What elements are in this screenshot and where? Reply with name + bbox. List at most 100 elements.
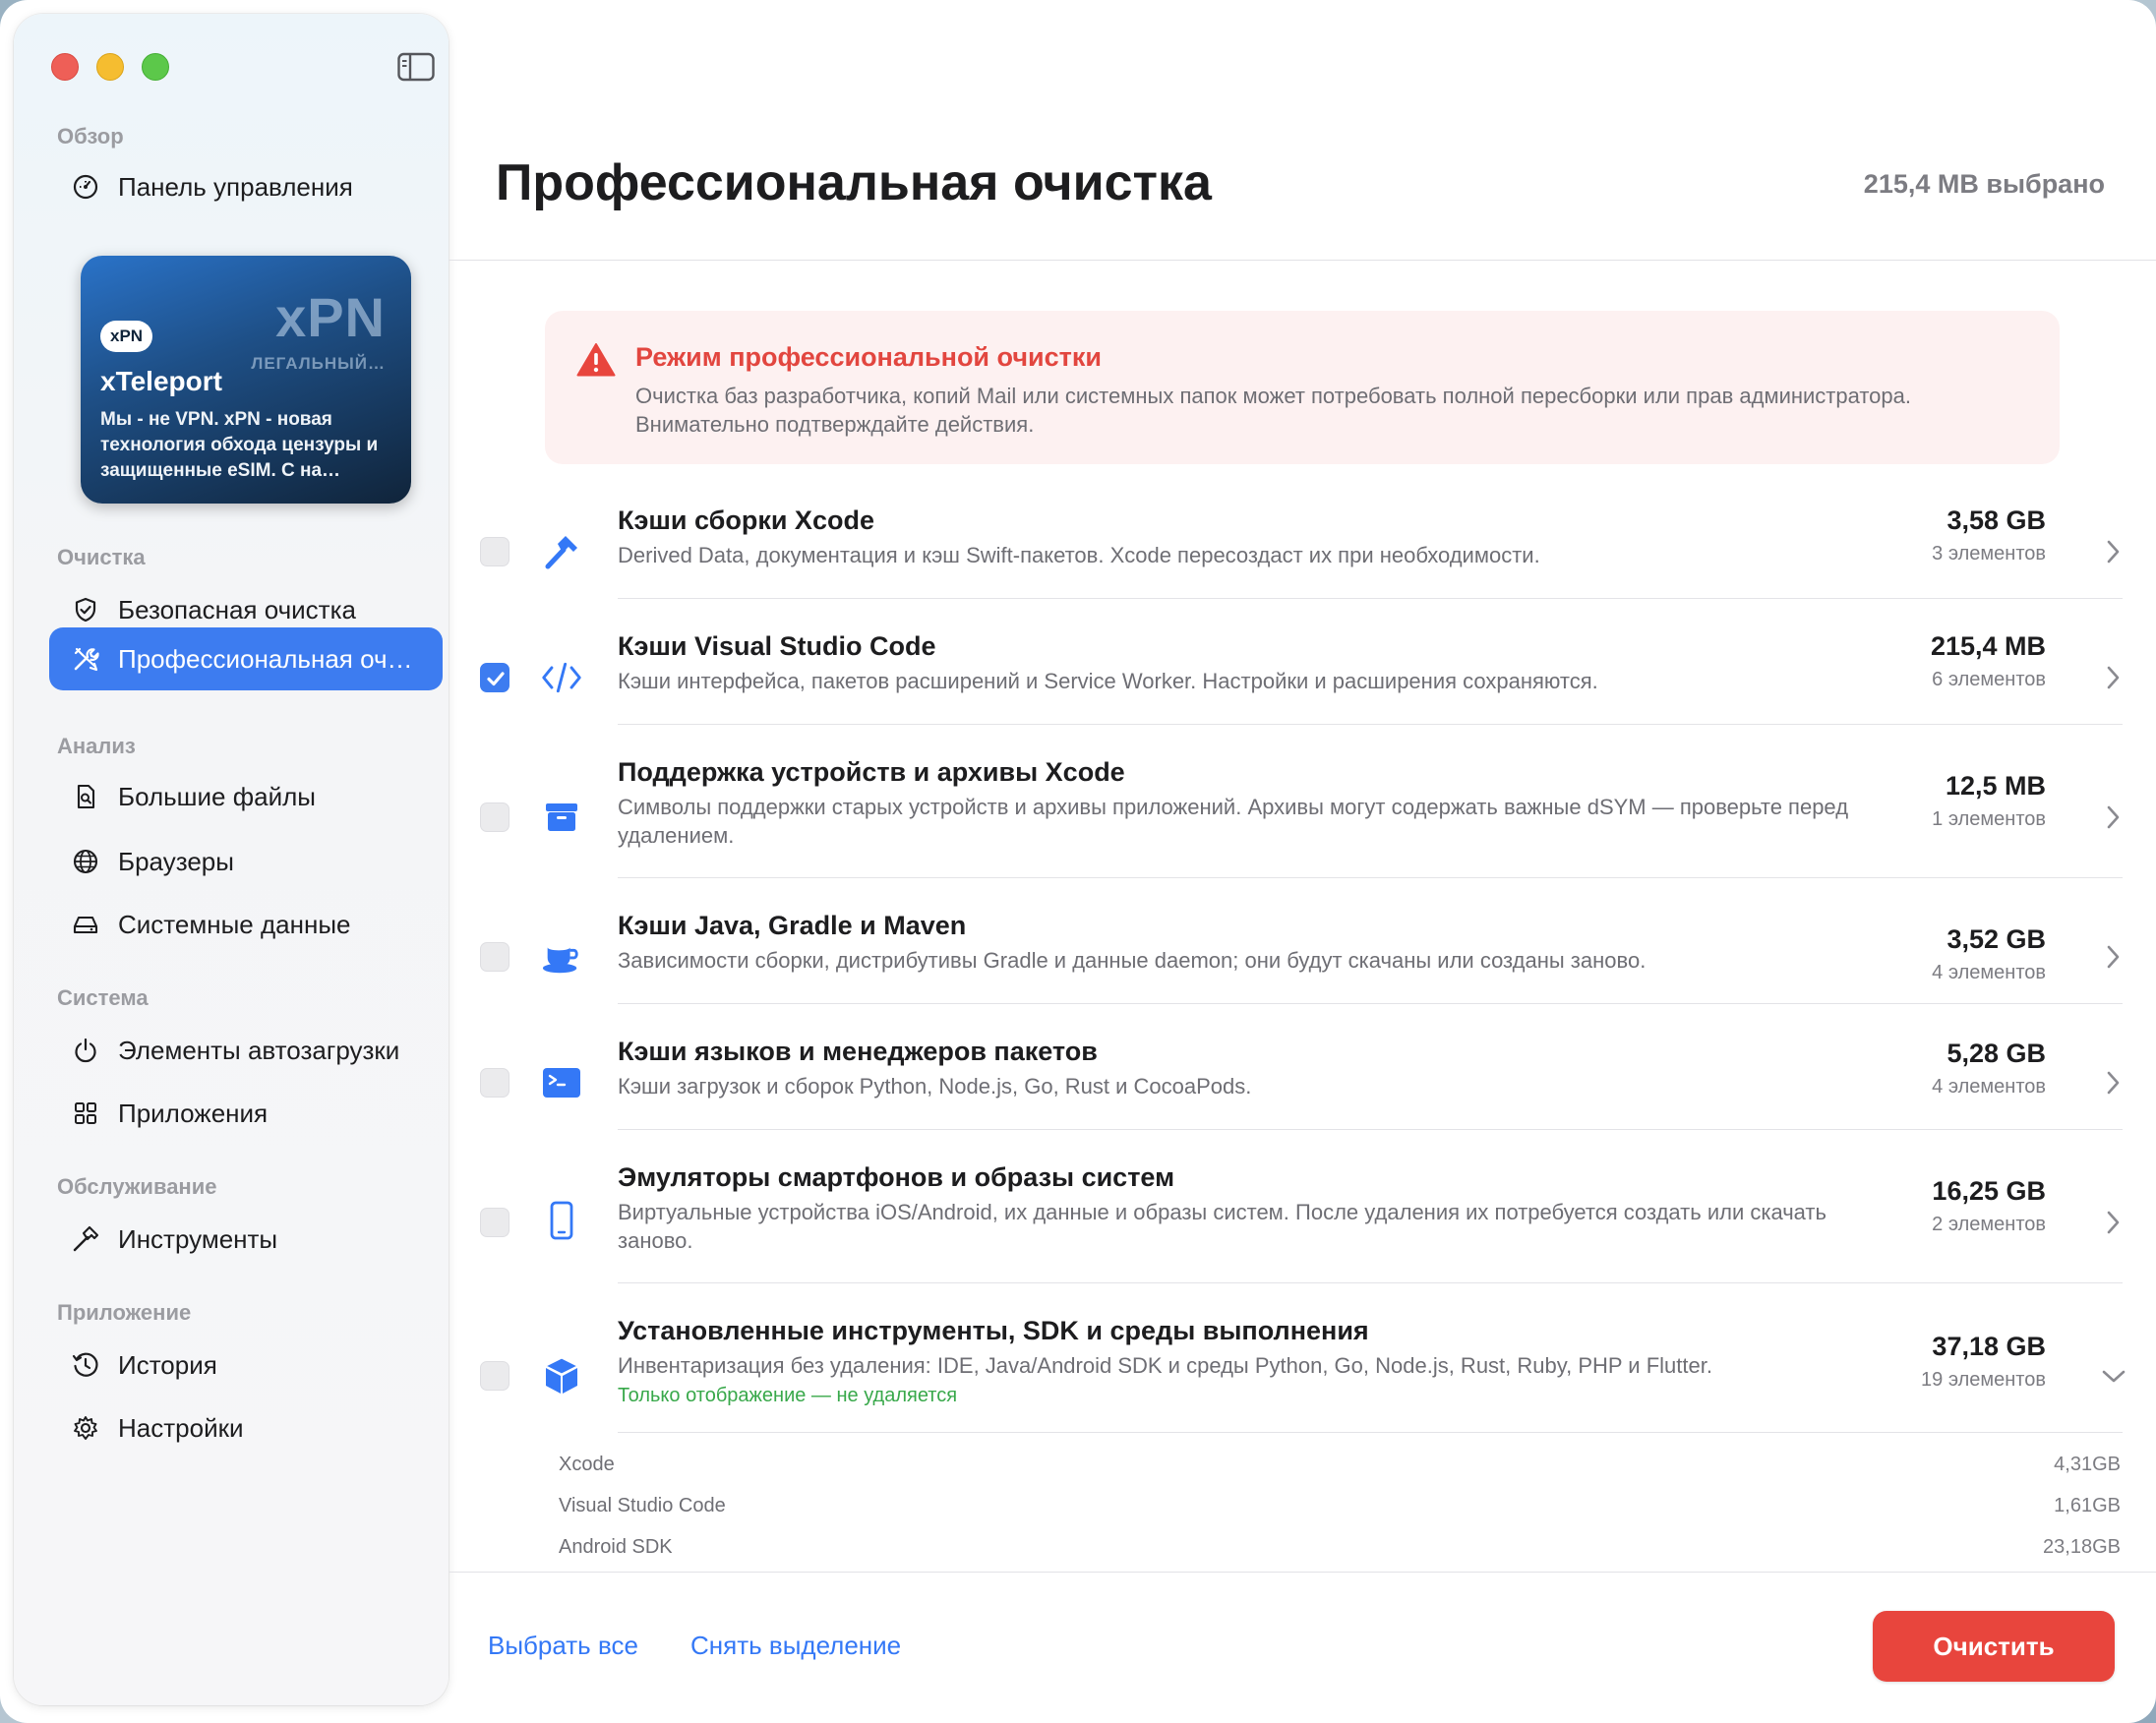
row-checkbox[interactable] <box>480 537 509 566</box>
row-checkbox[interactable] <box>480 1361 509 1391</box>
sidebar-item-label: Настройки <box>118 1412 244 1443</box>
row-size: 12,5 MB <box>1945 771 2046 801</box>
sidebar-item-label: Большие файлы <box>118 781 316 811</box>
tool-inventory-item: Xcode 4,31GB <box>559 1454 2121 1476</box>
row-checkbox[interactable] <box>480 1068 509 1098</box>
promo-subtitle: ЛЕГАЛЬНЫЙ… <box>251 354 386 373</box>
promo-title: xTeleport <box>100 366 222 396</box>
coffee-cup-icon <box>541 936 582 978</box>
row-description: Кэши загрузок и сборок Python, Node.js, … <box>618 1074 1252 1099</box>
tool-name: Android SDK <box>559 1536 673 1558</box>
sidebar-toggle-icon[interactable] <box>397 51 435 83</box>
sidebar-item-pro-clean[interactable]: Профессиональная очистка <box>49 627 443 690</box>
row-count: 3 элементов <box>1932 543 2046 564</box>
row-divider <box>618 877 2123 878</box>
zoom-window-button[interactable] <box>142 53 169 81</box>
row-size: 16,25 GB <box>1932 1176 2046 1206</box>
row-checkbox-checked[interactable] <box>480 663 509 692</box>
smartphone-icon <box>541 1200 582 1241</box>
chevron-right-icon[interactable] <box>2101 663 2125 692</box>
deselect-button[interactable]: Снять выделение <box>690 1631 901 1661</box>
sidebar-item-label: История <box>118 1349 217 1380</box>
sidebar: Обзор Панель управления xPN ЛЕГАЛЬНЫЙ… x… <box>14 14 449 1705</box>
row-description: Символы поддержки старых устройств и арх… <box>618 795 1849 848</box>
code-icon <box>541 657 582 698</box>
sidebar-item-apps[interactable]: Приложения <box>49 1082 443 1145</box>
warning-title: Режим профессиональной очистки <box>635 342 1102 372</box>
globe-icon <box>69 845 102 878</box>
sidebar-item-tools[interactable]: Инструменты <box>49 1208 443 1271</box>
row-description: Зависимости сборки, дистрибутивы Gradle … <box>618 948 1647 973</box>
row-title: Кэши Java, Gradle и Maven <box>618 911 967 940</box>
category-row-emulators[interactable]: Эмуляторы смартфонов и образы систем Вир… <box>449 1160 2156 1284</box>
row-checkbox[interactable] <box>480 1208 509 1237</box>
selected-total: 215,4 MB выбрано <box>1863 169 2105 199</box>
page-title: Профессиональная очистка <box>496 154 1212 211</box>
cube-icon <box>541 1355 582 1396</box>
sidebar-item-system-data[interactable]: Системные данные <box>49 893 443 956</box>
row-divider <box>618 1432 2123 1433</box>
row-note-display-only: Только отображение — не удаляется <box>618 1385 958 1406</box>
row-title: Установленные инструменты, SDK и среды в… <box>618 1316 1369 1345</box>
sidebar-item-dashboard[interactable]: Панель управления <box>49 155 443 218</box>
row-count: 4 элементов <box>1932 962 2046 983</box>
tool-size: 23,18GB <box>2043 1536 2121 1558</box>
category-row-package-managers[interactable]: Кэши языков и менеджеров пакетов Кэши за… <box>449 1035 2156 1131</box>
tool-name: Xcode <box>559 1454 615 1475</box>
row-title: Эмуляторы смартфонов и образы систем <box>618 1162 1175 1192</box>
shield-check-icon <box>69 593 102 626</box>
minimize-window-button[interactable] <box>96 53 124 81</box>
category-row-device-support[interactable]: Поддержка устройств и архивы Xcode Симво… <box>449 755 2156 879</box>
category-row-xcode-caches[interactable]: Кэши сборки Xcode Derived Data, документ… <box>449 504 2156 600</box>
main-content: Профессиональная очистка 215,4 MB выбран… <box>449 0 2156 1723</box>
category-row-java-caches[interactable]: Кэши Java, Gradle и Maven Зависимости сб… <box>449 909 2156 1005</box>
row-divider <box>618 1003 2123 1004</box>
category-row-vscode-caches[interactable]: Кэши Visual Studio Code Кэши интерфейса,… <box>449 629 2156 726</box>
sidebar-item-label: Панель управления <box>118 171 353 202</box>
chevron-right-icon[interactable] <box>2101 802 2125 832</box>
gauge-icon <box>69 170 102 204</box>
sidebar-item-label: Элементы автозагрузки <box>118 1035 400 1065</box>
row-divider <box>618 724 2123 725</box>
row-description: Инвентаризация без удаления: IDE, Java/A… <box>618 1353 1712 1378</box>
row-divider <box>618 598 2123 599</box>
chevron-right-icon[interactable] <box>2101 942 2125 972</box>
chevron-right-icon[interactable] <box>2101 1068 2125 1098</box>
sidebar-item-browsers[interactable]: Браузеры <box>49 830 443 893</box>
category-row-installed-tools[interactable]: Установленные инструменты, SDK и среды в… <box>449 1314 2156 1436</box>
tool-size: 4,31GB <box>2054 1454 2121 1475</box>
chevron-down-icon[interactable] <box>2099 1361 2128 1391</box>
sidebar-item-label: Безопасная очистка <box>118 594 356 624</box>
warning-banner: Режим профессиональной очистки Очистка б… <box>545 311 2060 464</box>
row-description: Derived Data, документация и кэш Swift-п… <box>618 543 1540 567</box>
row-count: 19 элементов <box>1921 1369 2046 1391</box>
archive-box-icon <box>541 797 582 838</box>
sidebar-item-settings[interactable]: Настройки <box>49 1396 443 1459</box>
sidebar-item-large-files[interactable]: Большие файлы <box>49 765 443 828</box>
section-label-maintenance: Обслуживание <box>57 1174 217 1199</box>
grid-icon <box>69 1097 102 1130</box>
select-all-button[interactable]: Выбрать все <box>488 1631 638 1661</box>
promo-banner[interactable]: xPN ЛЕГАЛЬНЫЙ… xPN xTeleport Мы - не VPN… <box>81 256 411 504</box>
sidebar-item-label: Инструменты <box>118 1223 278 1254</box>
row-size: 215,4 MB <box>1930 631 2046 661</box>
sidebar-item-login-items[interactable]: Элементы автозагрузки <box>49 1019 443 1082</box>
chevron-right-icon[interactable] <box>2101 1208 2125 1237</box>
sidebar-item-label: Приложения <box>118 1098 269 1128</box>
terminal-icon <box>541 1062 582 1103</box>
chevron-right-icon[interactable] <box>2101 537 2125 566</box>
section-label-app: Приложение <box>57 1300 192 1325</box>
checkmark-icon <box>487 672 505 686</box>
gear-icon <box>69 1411 102 1445</box>
sidebar-item-history[interactable]: История <box>49 1334 443 1396</box>
row-size: 37,18 GB <box>1932 1332 2046 1361</box>
clean-button[interactable]: Очистить <box>1873 1611 2115 1682</box>
row-checkbox[interactable] <box>480 802 509 832</box>
sidebar-item-label: Профессиональная очистка <box>118 643 423 674</box>
row-checkbox[interactable] <box>480 942 509 972</box>
sidebar-item-label: Браузеры <box>118 846 234 876</box>
row-size: 5,28 GB <box>1946 1039 2046 1068</box>
row-count: 4 элементов <box>1932 1076 2046 1098</box>
section-label-analysis: Анализ <box>57 734 136 758</box>
close-window-button[interactable] <box>51 53 79 81</box>
